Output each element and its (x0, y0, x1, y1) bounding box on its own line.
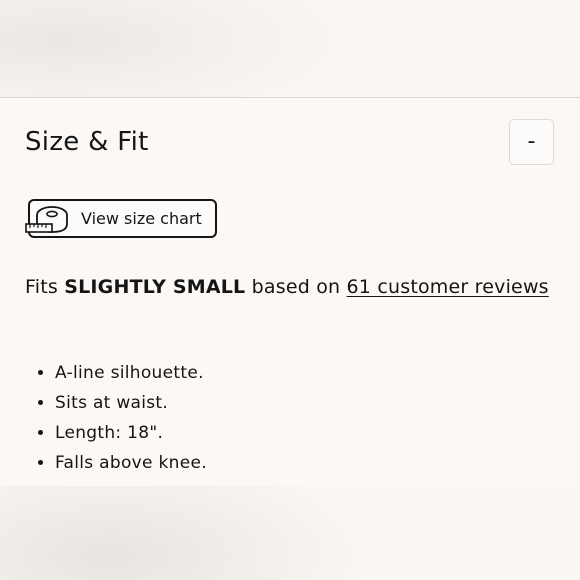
fit-middle: based on (245, 276, 347, 298)
product-image-strip-bottom (0, 486, 580, 580)
section-title: Size & Fit (25, 127, 149, 157)
fit-prefix: Fits (25, 276, 65, 298)
view-size-chart-label: View size chart (81, 209, 202, 228)
customer-reviews-link[interactable]: 61 customer reviews (347, 276, 549, 298)
collapse-toggle-button[interactable]: - (509, 119, 554, 165)
list-item: Sits at waist. (55, 388, 207, 418)
section-divider (0, 97, 580, 98)
fit-summary: Fits SLIGHTLY SMALL based on 61 customer… (25, 273, 549, 301)
view-size-chart-button[interactable]: View size chart (25, 199, 217, 238)
product-image-strip-top (0, 0, 580, 97)
list-item: Length: 18". (55, 418, 207, 448)
list-item: A-line silhouette. (55, 358, 207, 388)
fit-details-list: A-line silhouette. Sits at waist. Length… (38, 358, 207, 478)
list-item: Falls above knee. (55, 448, 207, 478)
measuring-tape-icon (25, 206, 68, 233)
fit-value: SLIGHTLY SMALL (64, 276, 246, 298)
